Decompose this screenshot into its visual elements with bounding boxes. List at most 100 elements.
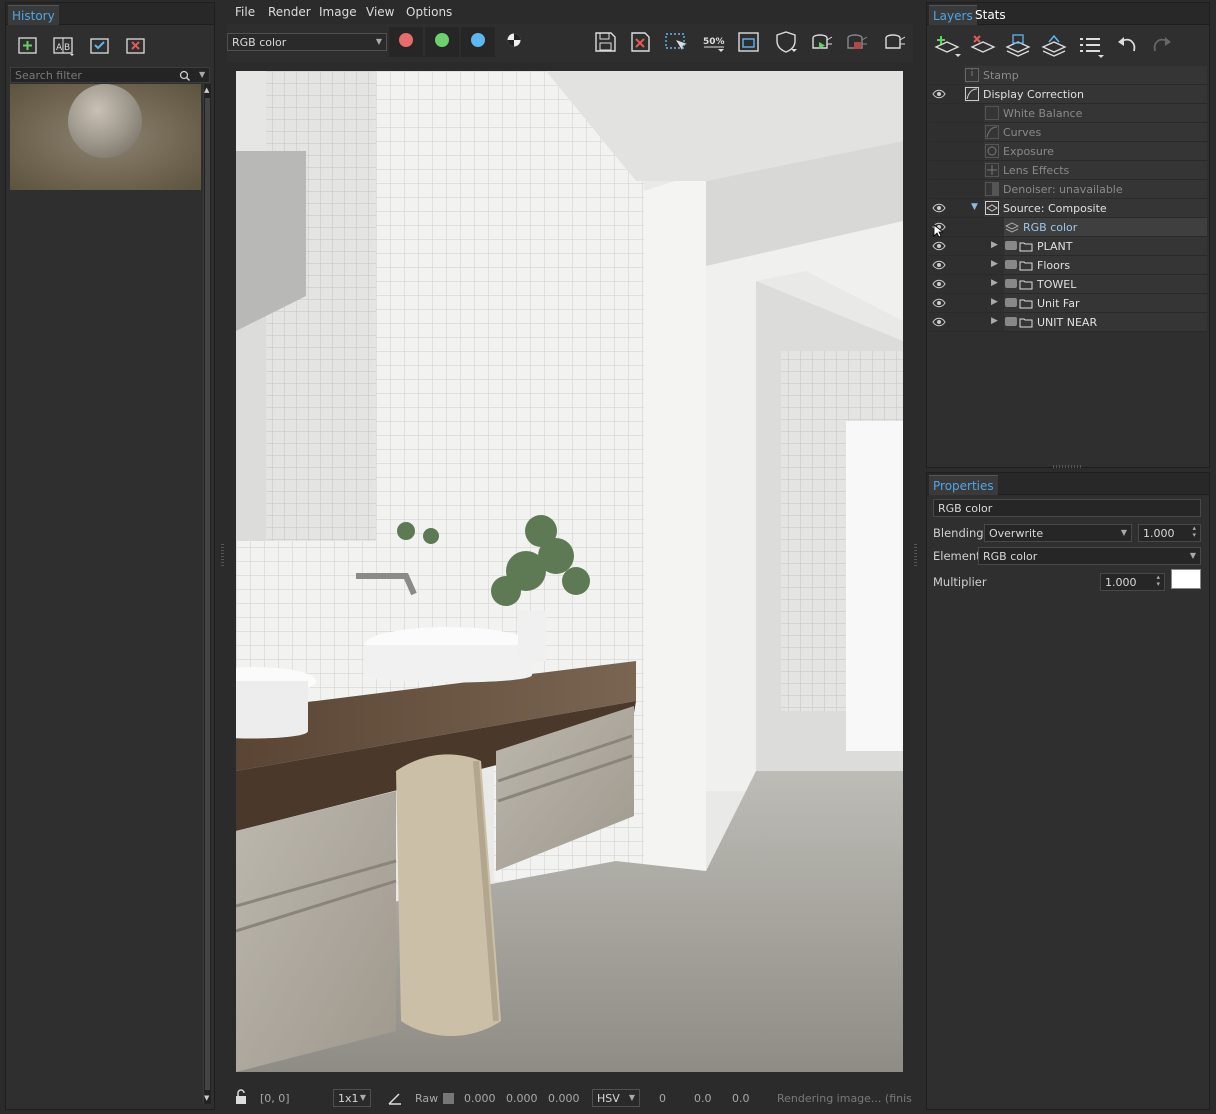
expand-right-icon[interactable]: ▶: [991, 297, 998, 307]
channel-select-value: RGB color: [232, 36, 287, 49]
layer-row-display-correction[interactable]: Display Correction: [929, 85, 1207, 104]
eye-icon[interactable]: [932, 240, 946, 252]
exposure-icon: [985, 144, 999, 158]
mouse-cursor-icon: [933, 224, 943, 238]
layer-row-unit-far[interactable]: ▶ Unit Far: [929, 294, 1207, 313]
menu-view[interactable]: View: [366, 5, 394, 19]
history-scrollbar[interactable]: ▲ ▼: [203, 84, 211, 1104]
layer-row-rgb-color[interactable]: RGB color: [929, 218, 1207, 238]
green-channel-button[interactable]: [435, 33, 449, 47]
blending-select[interactable]: Overwrite ▼: [984, 524, 1132, 542]
opacity-spinner[interactable]: 1.000 ▴ ▾: [1138, 524, 1201, 542]
spinner-arrows-icon[interactable]: ▴ ▾: [1156, 574, 1160, 588]
expand-right-icon[interactable]: ▶: [991, 278, 998, 288]
eye-icon[interactable]: [932, 259, 946, 271]
search-options-chevron-icon[interactable]: ▼: [199, 70, 205, 79]
layer-row-source-composite[interactable]: ▼ Source: Composite: [929, 199, 1207, 218]
svg-text:A: A: [56, 43, 63, 53]
tab-history[interactable]: History: [8, 5, 59, 25]
eye-icon[interactable]: [932, 88, 946, 100]
history-search-input[interactable]: Search filter ▼: [10, 67, 210, 83]
folder-icon: [1019, 261, 1033, 271]
region-render-icon[interactable]: [663, 30, 689, 54]
save-image-icon[interactable]: [593, 30, 619, 54]
expand-down-icon[interactable]: ▼: [971, 202, 978, 212]
alpha-channel-icon[interactable]: [507, 33, 521, 47]
spinner-arrows-icon[interactable]: ▴ ▾: [1192, 525, 1196, 539]
search-icon[interactable]: [179, 70, 191, 82]
right-splitter-handle[interactable]: [914, 544, 917, 568]
track-mouse-icon[interactable]: [736, 30, 762, 54]
redo-icon[interactable]: [1148, 33, 1176, 59]
menu-render[interactable]: Render: [268, 5, 311, 19]
panel-splitter-handle[interactable]: [1053, 465, 1081, 468]
load-layers-icon[interactable]: [1040, 33, 1068, 59]
tab-layers[interactable]: Layers: [929, 5, 977, 25]
render-icon[interactable]: [883, 30, 909, 54]
color-picker-icon[interactable]: [387, 1090, 403, 1106]
undo-icon[interactable]: [1113, 33, 1141, 59]
left-splitter-handle[interactable]: [221, 544, 224, 568]
multiplier-color-swatch[interactable]: [1171, 569, 1201, 589]
delete-layer-icon[interactable]: [969, 33, 997, 59]
color-mode-select[interactable]: HSV ▼: [592, 1089, 640, 1107]
layer-row-curves[interactable]: Curves: [929, 123, 1207, 142]
expand-right-icon[interactable]: ▶: [991, 316, 998, 326]
layer-label: TOWEL: [1037, 278, 1077, 291]
start-interactive-render-icon[interactable]: [809, 30, 835, 54]
frame-buffer-toolbar: RGB color ▼ 50%: [227, 24, 913, 62]
eye-icon[interactable]: [932, 316, 946, 328]
scrollbar-thumb[interactable]: [205, 98, 210, 1090]
menu-image[interactable]: Image: [319, 5, 357, 19]
scroll-down-icon[interactable]: ▼: [204, 1094, 209, 1102]
layers-tabbar: Layers Stats: [927, 3, 1209, 25]
raw-checkbox[interactable]: [443, 1093, 454, 1104]
eye-icon[interactable]: [932, 202, 946, 214]
lock-icon[interactable]: [233, 1089, 249, 1105]
expand-right-icon[interactable]: ▶: [991, 259, 998, 269]
eye-icon[interactable]: [932, 297, 946, 309]
expand-right-icon[interactable]: ▶: [991, 240, 998, 250]
multiplier-spinner[interactable]: 1.000 ▴ ▾: [1100, 573, 1165, 591]
scroll-up-icon[interactable]: ▲: [204, 86, 209, 94]
sampler-select[interactable]: 1x1 ▼: [333, 1089, 371, 1107]
load-history-icon[interactable]: [88, 35, 112, 57]
tab-stats[interactable]: Stats: [971, 5, 1010, 25]
status-bar: [0, 0] 1x1 ▼ Raw 0.000 0.000 0.000 HSV ▼…: [227, 1084, 913, 1112]
delete-history-icon[interactable]: [124, 35, 148, 57]
render-viewport[interactable]: [236, 71, 903, 1072]
mask-icon: [1005, 260, 1017, 269]
ab-compare-icon[interactable]: A B: [52, 35, 76, 57]
layer-row-lens-effects[interactable]: Lens Effects: [929, 161, 1207, 180]
channel-select[interactable]: RGB color ▼: [227, 33, 387, 51]
value-g: 0.000: [506, 1092, 538, 1105]
menu-options[interactable]: Options: [406, 5, 452, 19]
menu-file[interactable]: File: [235, 5, 255, 19]
layer-row-white-balance[interactable]: White Balance: [929, 104, 1207, 123]
layer-row-towel[interactable]: ▶ TOWEL: [929, 275, 1207, 294]
value-v: 0.0: [732, 1092, 750, 1105]
stop-render-icon[interactable]: [844, 30, 870, 54]
layer-row-floors[interactable]: ▶ Floors: [929, 256, 1207, 275]
layer-row-unit-near[interactable]: ▶ UNIT NEAR: [929, 313, 1207, 332]
clear-image-icon[interactable]: [628, 30, 654, 54]
layer-row-denoiser[interactable]: Denoiser: unavailable: [929, 180, 1207, 199]
save-layers-icon[interactable]: [1004, 33, 1032, 59]
create-layer-icon[interactable]: [933, 33, 961, 59]
layer-row-plant[interactable]: ▶ PLANT: [929, 237, 1207, 256]
layer-label: Lens Effects: [1003, 164, 1070, 177]
layer-row-stamp[interactable]: i Stamp: [929, 66, 1207, 85]
eye-icon[interactable]: [932, 278, 946, 290]
layer-row-exposure[interactable]: Exposure: [929, 142, 1207, 161]
render-region-shield-icon[interactable]: [773, 30, 799, 54]
blue-channel-button[interactable]: [471, 33, 485, 47]
red-channel-button[interactable]: [399, 33, 413, 47]
value-h: 0: [659, 1092, 666, 1105]
element-select[interactable]: RGB color ▼: [978, 547, 1201, 565]
layer-list-icon[interactable]: [1077, 33, 1105, 59]
zoom-50-icon[interactable]: 50%: [701, 30, 727, 54]
history-thumbnail[interactable]: [10, 84, 201, 190]
tab-properties[interactable]: Properties: [929, 475, 998, 495]
add-history-icon[interactable]: [16, 35, 40, 57]
layer-name-field[interactable]: RGB color: [933, 499, 1201, 517]
